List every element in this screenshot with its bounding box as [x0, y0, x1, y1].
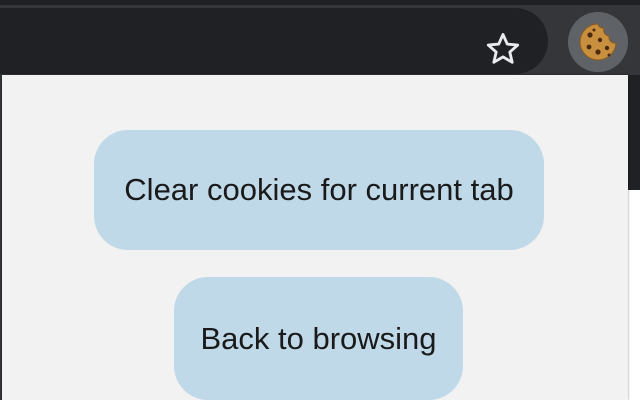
star-icon[interactable] — [484, 30, 522, 68]
page-content-edge-dark — [628, 75, 640, 190]
cookie-icon — [579, 23, 617, 61]
browser-toolbar — [0, 0, 640, 75]
tab-strip-edge — [0, 0, 640, 5]
back-to-browsing-button[interactable]: Back to browsing — [174, 277, 463, 400]
address-bar[interactable] — [0, 8, 548, 74]
cookie-extension-button[interactable] — [568, 12, 628, 72]
clear-cookies-button[interactable]: Clear cookies for current tab — [94, 130, 544, 250]
extension-popup: Clear cookies for current tab Back to br… — [2, 75, 628, 400]
